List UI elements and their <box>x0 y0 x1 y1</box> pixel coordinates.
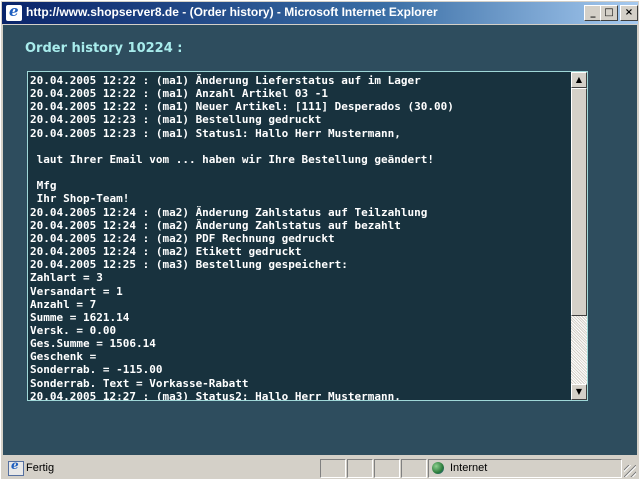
log-line: 20.04.2005 12:24 : (ma2) Etikett gedruck… <box>30 245 302 259</box>
log-line: 20.04.2005 12:23 : (ma1) Bestellung gedr… <box>30 113 322 127</box>
close-button[interactable]: × <box>620 5 638 21</box>
log-line: laut Ihrer Email vom ... haben wir Ihre … <box>30 152 434 166</box>
resize-grip-icon[interactable] <box>624 465 636 477</box>
log-line: Geschenk = <box>30 350 97 364</box>
log-line: Versandart = 1 <box>30 284 123 298</box>
log-line: 20.04.2005 12:22 : (ma1) Anzahl Artikel … <box>30 87 329 101</box>
maximize-button[interactable]: □ <box>600 5 618 21</box>
log-line: 20.04.2005 12:25 : (ma3) Bestellung gesp… <box>30 258 348 272</box>
log-line: 20.04.2005 12:24 : (ma2) Änderung Zahlst… <box>30 218 401 232</box>
title-bar[interactable]: http://www.shopserver8.de - (Order histo… <box>2 2 638 24</box>
log-line: 20.04.2005 12:27 : (ma3) Status2: Hallo … <box>30 389 401 401</box>
scroll-thumb[interactable] <box>571 88 587 316</box>
zone-label: Internet <box>450 462 488 474</box>
page-title: Order history 10224 : <box>25 41 183 56</box>
status-text: Fertig <box>26 462 55 474</box>
page-icon <box>8 458 24 476</box>
status-bar: Fertig Internet <box>2 457 638 479</box>
log-line: 20.04.2005 12:22 : (ma1) Neuer Artikel: … <box>30 100 454 114</box>
page-content: Order history 10224 : 20.04.2005 12:22 :… <box>3 25 637 455</box>
log-text: 20.04.2005 12:22 : (ma1) Änderung Liefer… <box>30 74 570 401</box>
log-line: Summe = 1621.14 <box>30 310 130 324</box>
status-panel <box>374 459 400 478</box>
browser-window: http://www.shopserver8.de - (Order histo… <box>0 0 640 480</box>
log-line: Mfg <box>30 179 57 193</box>
log-line: Zahlart = 3 <box>30 271 103 285</box>
vertical-scrollbar[interactable]: ▲ ▼ <box>571 72 587 400</box>
log-line: Sonderrab. = -115.00 <box>30 363 163 377</box>
log-line: Versk. = 0.00 <box>30 323 117 337</box>
ie-icon <box>6 2 22 21</box>
log-line: Ges.Summe = 1506.14 <box>30 337 156 351</box>
globe-icon <box>432 462 444 474</box>
log-line: Anzahl = 7 <box>30 297 97 311</box>
log-line: Sonderrab. Text = Vorkasse-Rabatt <box>30 376 249 390</box>
log-line: 20.04.2005 12:22 : (ma1) Änderung Liefer… <box>30 74 421 87</box>
window-title: http://www.shopserver8.de - (Order histo… <box>26 5 438 19</box>
status-panel <box>347 459 373 478</box>
scroll-up-button[interactable]: ▲ <box>571 72 587 88</box>
order-history-log[interactable]: 20.04.2005 12:22 : (ma1) Änderung Liefer… <box>27 71 588 401</box>
status-panel <box>401 459 427 478</box>
status-panel <box>320 459 346 478</box>
log-line: 20.04.2005 12:23 : (ma1) Status1: Hallo … <box>30 126 401 140</box>
log-line: Ihr Shop-Team! <box>30 192 130 206</box>
scroll-down-button[interactable]: ▼ <box>571 384 587 400</box>
log-line: 20.04.2005 12:24 : (ma2) Änderung Zahlst… <box>30 205 428 219</box>
log-line: 20.04.2005 12:24 : (ma2) PDF Rechnung ge… <box>30 231 335 245</box>
